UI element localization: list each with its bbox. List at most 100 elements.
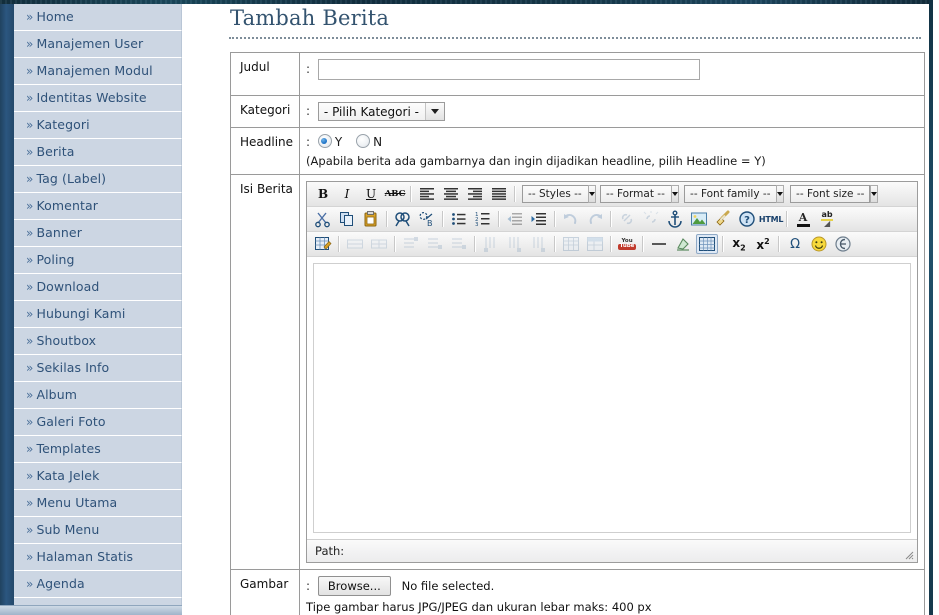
chevron-down-icon[interactable] bbox=[670, 185, 679, 203]
headline-radio-n[interactable] bbox=[356, 134, 371, 148]
insert-row-before-icon[interactable] bbox=[400, 234, 422, 254]
strikethrough-icon[interactable]: ABC bbox=[384, 184, 406, 204]
anchor-icon[interactable] bbox=[664, 209, 686, 229]
help-icon[interactable]: ? bbox=[736, 209, 758, 229]
sidebar-item-berita[interactable]: » Berita bbox=[14, 139, 182, 166]
delete-col-icon[interactable] bbox=[528, 234, 550, 254]
bold-icon[interactable]: B bbox=[312, 184, 334, 204]
font-family-select-label: -- Font family -- bbox=[690, 188, 771, 200]
resize-grip-icon[interactable] bbox=[902, 548, 914, 560]
sidebar-item-halaman-statis[interactable]: » Halaman Statis bbox=[14, 544, 182, 571]
insert-row-after-icon[interactable] bbox=[424, 234, 446, 254]
toolbar-separator bbox=[778, 236, 781, 252]
browse-button[interactable]: Browse... bbox=[317, 576, 391, 596]
insert-col-before-icon[interactable] bbox=[480, 234, 502, 254]
font-size-select[interactable]: -- Font size -- bbox=[790, 185, 879, 203]
html-source-icon[interactable]: HTML bbox=[759, 209, 784, 229]
text-color-icon[interactable]: A bbox=[792, 209, 814, 229]
editor-path-bar: Path: bbox=[307, 539, 918, 562]
split-cells-icon[interactable] bbox=[368, 234, 390, 254]
cleanup-icon[interactable] bbox=[712, 209, 734, 229]
insert-col-after-icon[interactable] bbox=[504, 234, 526, 254]
sidebar-item-manajemen-user[interactable]: » Manajemen User bbox=[14, 31, 182, 58]
styles-select[interactable]: -- Styles -- bbox=[522, 185, 596, 203]
indent-icon[interactable] bbox=[528, 209, 550, 229]
replace-icon[interactable]: B bbox=[416, 209, 438, 229]
numbered-list-icon[interactable]: 123 bbox=[472, 209, 494, 229]
sidebar-item-shoutbox[interactable]: » Shoutbox bbox=[14, 328, 182, 355]
align-right-icon[interactable] bbox=[464, 184, 486, 204]
format-select[interactable]: -- Format -- bbox=[600, 185, 679, 203]
horizontal-rule-icon[interactable] bbox=[648, 234, 670, 254]
page-outer-margin bbox=[933, 0, 939, 615]
sidebar-item-manajemen-modul[interactable]: » Manajemen Modul bbox=[14, 58, 182, 85]
outdent-icon[interactable] bbox=[504, 209, 526, 229]
sidebar-item-identitas-website[interactable]: » Identitas Website bbox=[14, 85, 182, 112]
undo-icon[interactable] bbox=[560, 209, 582, 229]
sidebar-item-templates[interactable]: » Templates bbox=[14, 436, 182, 463]
sidebar-item-galeri-foto[interactable]: » Galeri Foto bbox=[14, 409, 182, 436]
headline-radio-y[interactable] bbox=[317, 134, 332, 148]
sidebar-item-kata-jelek[interactable]: » Kata Jelek bbox=[14, 463, 182, 490]
sidebar-item-download[interactable]: » Download bbox=[14, 274, 182, 301]
special-char-icon[interactable]: Ω bbox=[784, 234, 806, 254]
youtube-icon[interactable]: You Tube bbox=[616, 234, 638, 254]
align-center-icon[interactable] bbox=[440, 184, 462, 204]
chevron-right-icon: » bbox=[26, 415, 34, 429]
sidebar-item-poling[interactable]: » Poling bbox=[14, 247, 182, 274]
chevron-down-icon[interactable] bbox=[587, 185, 596, 203]
superscript-icon[interactable]: x2 bbox=[752, 234, 774, 254]
underline-icon[interactable]: U bbox=[360, 184, 382, 204]
editor-content-area[interactable] bbox=[313, 263, 912, 533]
toolbar-separator bbox=[514, 186, 517, 202]
sidebar-item-tag-label[interactable]: » Tag (Label) bbox=[14, 166, 182, 193]
flash-icon[interactable] bbox=[832, 234, 854, 254]
kategori-select[interactable]: - Pilih Kategori - bbox=[317, 102, 445, 121]
font-family-select[interactable]: -- Font family -- bbox=[684, 185, 785, 203]
sidebar-item-sekilas-info[interactable]: » Sekilas Info bbox=[14, 355, 182, 382]
sidebar-item-kategori[interactable]: » Kategori bbox=[14, 112, 182, 139]
sidebar-item-hubungi-kami[interactable]: » Hubungi Kami bbox=[14, 301, 182, 328]
sidebar-item-agenda[interactable]: » Agenda bbox=[14, 571, 182, 598]
emoticon-icon[interactable] bbox=[808, 234, 830, 254]
judul-input[interactable] bbox=[317, 59, 700, 80]
align-justify-icon[interactable] bbox=[488, 184, 510, 204]
image-icon[interactable] bbox=[688, 209, 710, 229]
chevron-down-icon[interactable] bbox=[870, 185, 879, 203]
remove-format-icon[interactable] bbox=[672, 234, 694, 254]
sidebar-item-komentar[interactable]: » Komentar bbox=[14, 193, 182, 220]
italic-icon[interactable]: I bbox=[336, 184, 358, 204]
align-left-icon[interactable] bbox=[416, 184, 438, 204]
bullet-list-icon[interactable] bbox=[448, 209, 470, 229]
delete-row-icon[interactable] bbox=[448, 234, 470, 254]
sidebar-item-banner[interactable]: » Banner bbox=[14, 220, 182, 247]
redo-icon[interactable] bbox=[584, 209, 606, 229]
sidebar-rail bbox=[0, 4, 14, 615]
cut-icon[interactable] bbox=[312, 209, 334, 229]
sidebar-bottom-scrollbar[interactable] bbox=[0, 605, 182, 615]
sidebar-item-home[interactable]: » Home bbox=[14, 4, 182, 31]
toggle-guides-icon[interactable] bbox=[696, 234, 719, 254]
highlight-color-icon[interactable]: ab ◢ bbox=[816, 209, 838, 229]
find-icon[interactable] bbox=[392, 209, 414, 229]
chevron-right-icon: » bbox=[26, 361, 34, 375]
subscript-icon[interactable]: x2 bbox=[728, 234, 750, 254]
sidebar-item-album[interactable]: » Album bbox=[14, 382, 182, 409]
sidebar-item-menu-utama[interactable]: » Menu Utama bbox=[14, 490, 182, 517]
sidebar-item-sub-menu[interactable]: » Sub Menu bbox=[14, 517, 182, 544]
row-gambar: Gambar : Browse... No file selected. Tip… bbox=[229, 569, 926, 615]
link-icon[interactable] bbox=[616, 209, 638, 229]
chevron-down-icon[interactable] bbox=[424, 103, 444, 120]
chevron-right-icon: » bbox=[26, 172, 34, 186]
copy-icon[interactable] bbox=[336, 209, 358, 229]
paste-icon[interactable] bbox=[360, 209, 382, 229]
row-judul: Judul : bbox=[229, 52, 926, 96]
unlink-icon[interactable] bbox=[640, 209, 662, 229]
sidebar-item-label: Kata Jelek bbox=[36, 468, 100, 483]
field-headline: : Y N (Apabila berita ada gambarnya dan … bbox=[299, 127, 926, 175]
merge-cells-icon[interactable] bbox=[344, 234, 366, 254]
edit-table-icon[interactable] bbox=[312, 234, 334, 254]
chevron-down-icon[interactable] bbox=[776, 185, 785, 203]
row-props-icon[interactable] bbox=[584, 234, 606, 254]
table-props-icon[interactable] bbox=[560, 234, 582, 254]
